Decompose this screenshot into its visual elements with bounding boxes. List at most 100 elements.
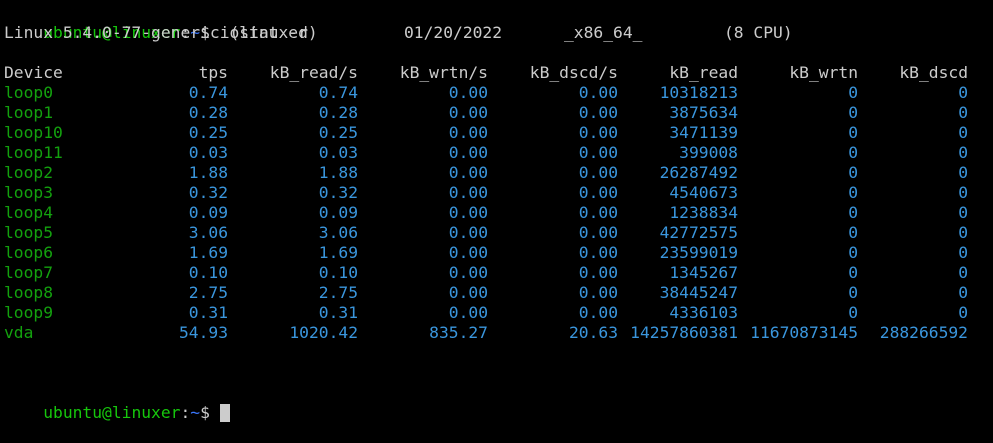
cell-kb-wrtn: 0 <box>848 203 858 222</box>
cell-tps: 0.03 <box>188 143 228 162</box>
cell-device: loop4 <box>4 203 54 222</box>
cell-kb-dscd-s: 0.00 <box>578 103 618 122</box>
cell-tps: 0.25 <box>188 123 228 142</box>
cell-kb-wrtn: 0 <box>848 223 858 242</box>
cell-kb-wrtn-s: 0.00 <box>448 223 488 242</box>
cell-kb-read-s: 0.31 <box>318 303 358 322</box>
cell-kb-read-s: 0.32 <box>318 183 358 202</box>
cell-kb-dscd-s: 0.00 <box>578 123 618 142</box>
cell-kb-dscd: 0 <box>958 283 968 302</box>
cell-tps: 0.32 <box>188 183 228 202</box>
cell-kb-dscd: 0 <box>958 203 968 222</box>
cell-kb-read-s: 1.69 <box>318 243 358 262</box>
table-row: loop7 0.10 0.10 0.00 0.00 1345267 0 0 <box>4 263 993 283</box>
table-row: loop6 1.69 1.69 0.00 0.00 23599019 0 0 <box>4 243 993 263</box>
cell-kb-dscd-s: 0.00 <box>578 83 618 102</box>
header-kb-read-s: kB_read/s <box>269 63 358 82</box>
cell-kb-read-s: 0.74 <box>318 83 358 102</box>
cell-kb-wrtn: 0 <box>848 243 858 262</box>
date-info: 01/20/2022 <box>404 23 503 42</box>
kernel-info: Linux 5.4.0-77-generic (linuxer) <box>4 23 318 42</box>
cell-kb-wrtn-s: 0.00 <box>448 123 488 142</box>
table-row: loop2 1.88 1.88 0.00 0.00 26287492 0 0 <box>4 163 993 183</box>
cell-kb-wrtn-s: 0.00 <box>448 103 488 122</box>
cell-device: loop10 <box>4 123 63 142</box>
cell-tps: 0.74 <box>188 83 228 102</box>
cpu-info: (8 CPU) <box>724 23 793 42</box>
cell-kb-read: 399008 <box>679 143 738 162</box>
cell-kb-wrtn-s: 0.00 <box>448 163 488 182</box>
cell-device: loop11 <box>4 143 63 162</box>
cell-kb-read: 3471139 <box>669 123 738 142</box>
cell-kb-read-s: 3.06 <box>318 223 358 242</box>
cell-kb-read-s: 0.25 <box>318 123 358 142</box>
cell-device: loop5 <box>4 223 54 242</box>
cell-kb-dscd: 0 <box>958 123 968 142</box>
cell-device: loop2 <box>4 163 54 182</box>
cell-kb-wrtn-s: 0.00 <box>448 183 488 202</box>
command-line: ubuntu@linuxer:~$ iostat -d <box>4 3 993 42</box>
cell-tps: 0.28 <box>188 103 228 122</box>
cell-kb-wrtn: 11670873145 <box>750 323 858 342</box>
prompt-line[interactable]: ubuntu@linuxer:~$ <box>4 383 993 422</box>
header-device: Device <box>4 63 63 82</box>
cell-kb-read: 42772575 <box>659 223 738 242</box>
prompt-path: ~ <box>190 403 201 422</box>
terminal-window[interactable]: ubuntu@linuxer:~$ iostat -d Linux 5.4.0-… <box>0 0 993 422</box>
cell-kb-wrtn: 0 <box>848 183 858 202</box>
header-kb-wrtn: kB_wrtn <box>789 63 858 82</box>
text-cursor[interactable] <box>219 404 230 422</box>
cell-kb-read: 3875634 <box>669 103 738 122</box>
cell-kb-read-s: 2.75 <box>318 283 358 302</box>
cell-kb-dscd: 0 <box>958 83 968 102</box>
cell-device: loop3 <box>4 183 54 202</box>
table-header: Device tps kB_read/s kB_wrtn/s kB_dscd/s… <box>4 63 993 83</box>
table-row: loop10 0.25 0.25 0.00 0.00 3471139 0 0 <box>4 123 993 143</box>
cell-kb-read: 26287492 <box>659 163 738 182</box>
cell-kb-wrtn-s: 0.00 <box>448 143 488 162</box>
cell-tps: 0.31 <box>188 303 228 322</box>
cell-kb-dscd-s: 0.00 <box>578 303 618 322</box>
prompt-user-host: ubuntu@linuxer <box>43 403 181 422</box>
cell-kb-read: 10318213 <box>659 83 738 102</box>
cell-device: loop0 <box>4 83 54 102</box>
cell-kb-wrtn: 0 <box>848 283 858 302</box>
cell-kb-dscd-s: 0.00 <box>578 143 618 162</box>
cell-kb-read-s: 0.10 <box>318 263 358 282</box>
cell-tps: 0.10 <box>188 263 228 282</box>
cell-kb-wrtn-s: 0.00 <box>448 303 488 322</box>
cell-kb-wrtn: 0 <box>848 163 858 182</box>
cell-kb-dscd-s: 0.00 <box>578 203 618 222</box>
prompt-symbol: $ <box>200 403 210 422</box>
cell-kb-read-s: 1020.42 <box>289 323 358 342</box>
cell-kb-dscd: 0 <box>958 183 968 202</box>
cell-kb-dscd-s: 0.00 <box>578 183 618 202</box>
header-kb-wrtn-s: kB_wrtn/s <box>399 63 488 82</box>
cell-kb-wrtn: 0 <box>848 303 858 322</box>
cell-kb-dscd: 0 <box>958 223 968 242</box>
cell-kb-dscd: 0 <box>958 143 968 162</box>
cell-kb-dscd-s: 0.00 <box>578 243 618 262</box>
cell-kb-wrtn: 0 <box>848 123 858 142</box>
header-kb-dscd: kB_dscd <box>899 63 968 82</box>
cell-kb-wrtn-s: 0.00 <box>448 83 488 102</box>
cell-tps: 54.93 <box>178 323 228 342</box>
cell-kb-read: 4540673 <box>669 183 738 202</box>
cell-kb-read: 1345267 <box>669 263 738 282</box>
table-row: loop3 0.32 0.32 0.00 0.00 4540673 0 0 <box>4 183 993 203</box>
cell-kb-dscd: 0 <box>958 303 968 322</box>
table-row: loop5 3.06 3.06 0.00 0.00 42772575 0 0 <box>4 223 993 243</box>
arch-info: _x86_64_ <box>564 23 643 42</box>
cell-kb-read: 4336103 <box>669 303 738 322</box>
prompt-separator: : <box>180 403 191 422</box>
cell-kb-wrtn: 0 <box>848 263 858 282</box>
cell-device: loop6 <box>4 243 54 262</box>
cell-kb-wrtn-s: 0.00 <box>448 243 488 262</box>
table-row: loop1 0.28 0.28 0.00 0.00 3875634 0 0 <box>4 103 993 123</box>
cell-kb-dscd: 0 <box>958 243 968 262</box>
cell-tps: 0.09 <box>188 203 228 222</box>
cell-kb-read-s: 1.88 <box>318 163 358 182</box>
cell-kb-read-s: 0.09 <box>318 203 358 222</box>
